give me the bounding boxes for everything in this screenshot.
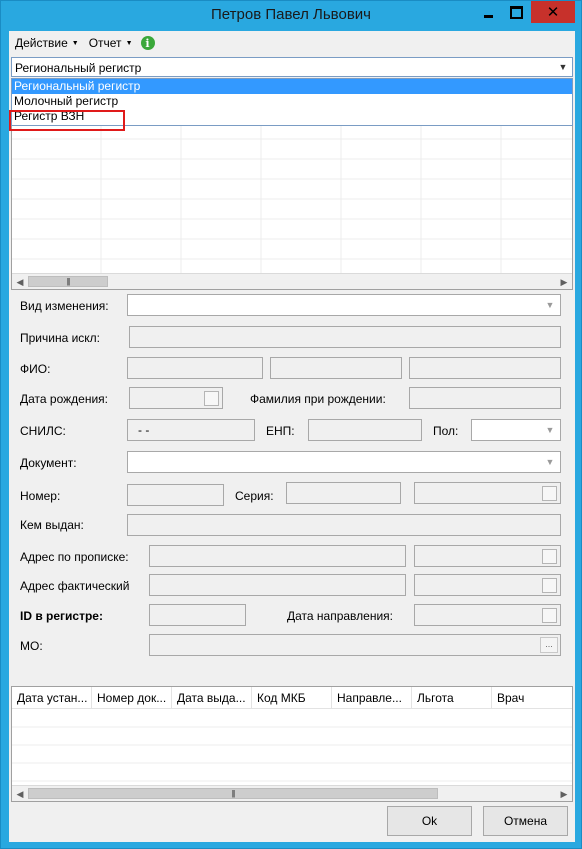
number-field[interactable]	[127, 484, 224, 506]
referral-date-field[interactable]	[414, 604, 561, 626]
mo-browse-button[interactable]: ...	[540, 637, 558, 653]
enp-field[interactable]	[308, 419, 422, 441]
calendar-icon[interactable]	[542, 549, 557, 564]
bottom-grid[interactable]: Дата устан... Номер док... Дата выда... …	[11, 686, 573, 802]
minimize-button[interactable]	[475, 1, 502, 23]
dropdown-arrow-icon: ▼	[71, 39, 79, 47]
horizontal-scrollbar[interactable]: ◀ ||| ▶	[12, 273, 572, 289]
close-button[interactable]: ✕	[531, 1, 575, 23]
series-label: Серия:	[235, 489, 274, 503]
red-highlight-frame	[9, 110, 125, 131]
last-name-field[interactable]	[127, 357, 263, 379]
birth-surname-field[interactable]	[409, 387, 561, 409]
mo-label: МО:	[20, 639, 43, 653]
ok-button[interactable]: Ok	[387, 806, 472, 836]
calendar-icon[interactable]	[204, 391, 219, 406]
gender-label: Пол:	[433, 424, 459, 438]
snils-value: - -	[138, 423, 150, 437]
scroll-thumb[interactable]: |||	[28, 276, 108, 287]
dropdown-arrow-icon: ▼	[125, 39, 133, 47]
registry-id-field[interactable]	[149, 604, 246, 626]
mo-field[interactable]: ...	[149, 634, 561, 656]
calendar-icon[interactable]	[542, 608, 557, 623]
issued-by-field[interactable]	[127, 514, 561, 536]
birth-date-label: Дата рождения:	[20, 392, 108, 406]
menu-action[interactable]: Действие ▼	[15, 36, 79, 50]
registry-id-label: ID в регистре:	[20, 609, 103, 623]
calendar-icon[interactable]	[542, 486, 557, 501]
issued-by-label: Кем выдан:	[20, 518, 84, 532]
document-label: Документ:	[20, 456, 77, 470]
calendar-icon[interactable]	[542, 578, 557, 593]
menu-action-label: Действие	[15, 36, 68, 50]
horizontal-scrollbar[interactable]: ◀ ||| ▶	[12, 785, 572, 801]
issue-date-field[interactable]	[414, 482, 561, 504]
first-name-field[interactable]	[270, 357, 402, 379]
register-select[interactable]: Региональный регистр ▼	[11, 57, 573, 77]
enp-label: ЕНП:	[266, 424, 295, 438]
chevron-down-icon[interactable]: ▼	[543, 423, 557, 437]
series-field[interactable]	[286, 482, 401, 504]
actual-address-label: Адрес фактический	[20, 579, 130, 593]
menu-report-label: Отчет	[88, 36, 122, 50]
actual-address-field[interactable]	[149, 574, 406, 596]
document-select[interactable]: ▼	[127, 451, 561, 473]
exclusion-reason-field[interactable]	[129, 326, 561, 348]
chevron-down-icon[interactable]: ▼	[543, 455, 557, 469]
application-window: Петров Павел Львович ✕ Действие ▼ Отчет ▼ …	[0, 0, 582, 849]
change-type-select[interactable]: ▼	[127, 294, 561, 316]
exclusion-reason-label: Причина искл:	[20, 331, 101, 345]
snils-field[interactable]: - -	[127, 419, 255, 441]
cancel-button[interactable]: Отмена	[483, 806, 568, 836]
scroll-right-icon[interactable]: ▶	[556, 786, 572, 801]
menu-report[interactable]: Отчет ▼	[89, 36, 133, 50]
patronymic-field[interactable]	[409, 357, 561, 379]
menu-bar: Действие ▼ Отчет ▼ i	[9, 31, 575, 55]
info-icon[interactable]: i	[140, 36, 155, 50]
gender-select[interactable]: ▼	[471, 419, 561, 441]
scroll-left-icon[interactable]: ◀	[12, 786, 28, 801]
fio-label: ФИО:	[20, 362, 51, 376]
scroll-left-icon[interactable]: ◀	[12, 274, 28, 289]
actual-address-date-field[interactable]	[414, 574, 561, 596]
close-icon: ✕	[546, 3, 560, 21]
scroll-thumb[interactable]: |||	[28, 788, 438, 799]
birth-surname-label: Фамилия при рождении:	[250, 392, 386, 406]
maximize-button[interactable]	[503, 1, 530, 23]
title-bar: Петров Павел Львович ✕	[1, 1, 581, 31]
scroll-right-icon[interactable]: ▶	[556, 274, 572, 289]
register-option-regional[interactable]: Региональный регистр	[12, 79, 572, 94]
register-option-milk[interactable]: Молочный регистр	[12, 94, 572, 109]
reg-address-field[interactable]	[149, 545, 406, 567]
snils-label: СНИЛС:	[20, 424, 66, 438]
change-type-label: Вид изменения:	[20, 299, 109, 313]
chevron-down-icon[interactable]: ▼	[543, 298, 557, 312]
register-select-value: Региональный регистр	[15, 61, 142, 75]
birth-date-field[interactable]	[129, 387, 223, 409]
chevron-down-icon[interactable]: ▼	[556, 60, 570, 74]
referral-date-label: Дата направления:	[287, 609, 393, 623]
reg-address-label: Адрес по прописке:	[20, 550, 129, 564]
reg-address-date-field[interactable]	[414, 545, 561, 567]
window-client-area: Действие ▼ Отчет ▼ i Региональный регистр …	[9, 31, 575, 842]
number-label: Номер:	[20, 489, 61, 503]
